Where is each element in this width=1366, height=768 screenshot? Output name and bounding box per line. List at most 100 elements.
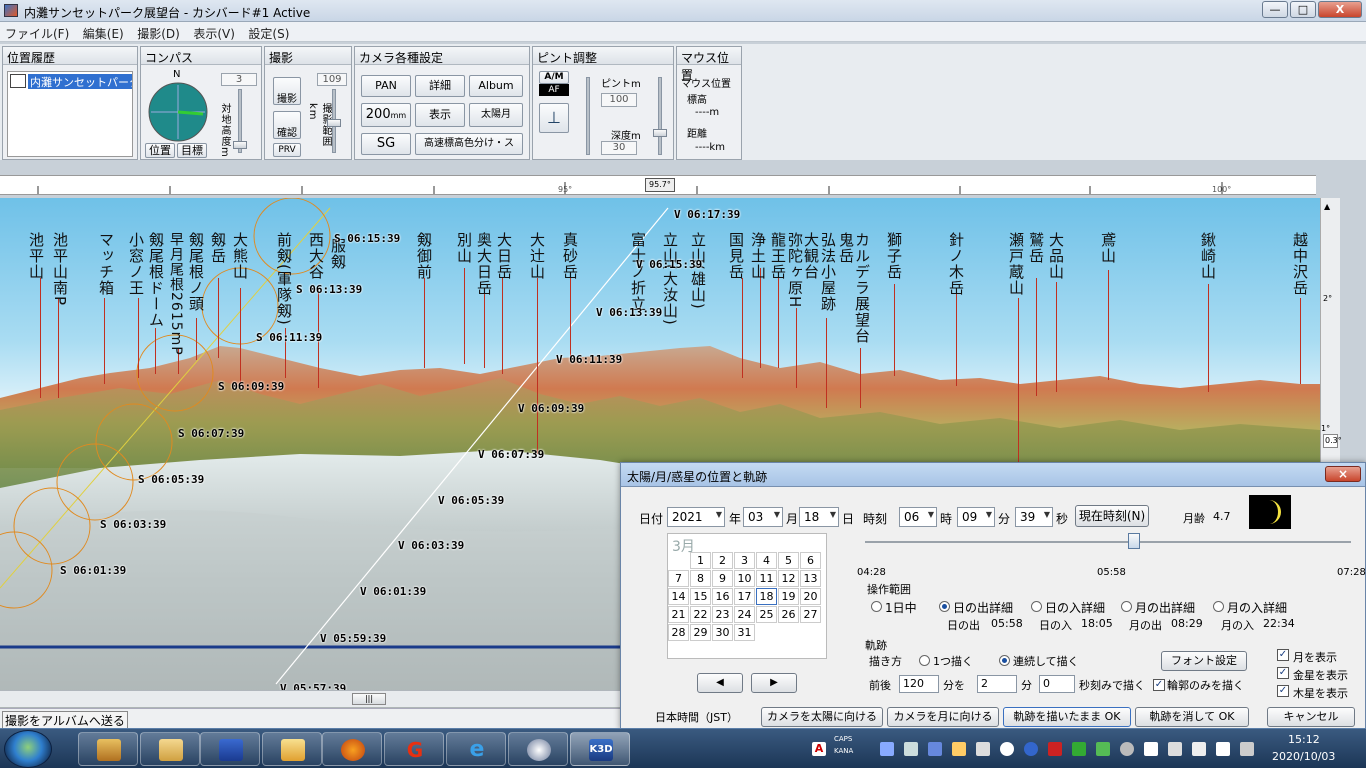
calendar-day[interactable]: 20 [800, 588, 821, 605]
tray-icon[interactable] [952, 742, 966, 756]
peak-label[interactable]: マッチ箱 [97, 232, 115, 296]
peak-label[interactable]: 弥陀ヶ原H [786, 232, 804, 308]
album-button[interactable]: Album [469, 75, 523, 97]
range-field[interactable]: 109 [317, 73, 347, 86]
compass-target-button[interactable]: 目標 [177, 143, 207, 158]
close-button[interactable]: X [1318, 1, 1362, 18]
camera-to-moon-button[interactable]: カメラを月に向ける [887, 707, 999, 727]
show-venus-checkbox[interactable]: ✓ [1277, 667, 1289, 679]
now-button[interactable]: 現在時刻(N) [1075, 505, 1149, 527]
taskbar-mail[interactable] [262, 732, 322, 766]
step-second-spinner[interactable]: 0 [1039, 675, 1075, 693]
radio-draw-continuous[interactable] [999, 655, 1010, 666]
peak-label[interactable]: 大日岳 [495, 232, 513, 280]
minimize-button[interactable]: — [1262, 1, 1288, 18]
calendar-day[interactable]: 7 [668, 570, 689, 587]
peak-label[interactable]: 浄土山 [749, 232, 767, 280]
peak-label[interactable]: 小窓ノ王 [127, 232, 145, 296]
taskbar-app-8[interactable] [508, 732, 568, 766]
menu-edit[interactable]: 編集(E) [78, 22, 129, 45]
taskbar-firefox[interactable] [322, 732, 382, 766]
history-item[interactable]: 内灘サンセットパーク展 [28, 74, 132, 89]
peak-label[interactable]: 鬼岳 [837, 232, 855, 264]
peak-label[interactable]: 大熊山 [231, 232, 249, 280]
calendar-day[interactable]: 18 [756, 588, 777, 605]
tray-icon[interactable] [1072, 742, 1086, 756]
peak-label[interactable]: 鍬崎山 [1199, 232, 1217, 280]
depth-slider[interactable] [658, 77, 662, 155]
taskbar-app-g[interactable]: G [384, 732, 444, 766]
calendar-day[interactable]: 22 [690, 606, 711, 623]
peak-label[interactable]: カルデラ展望台 [853, 232, 871, 344]
peak-label[interactable]: 弘法小屋跡 [819, 232, 837, 312]
shoot-button[interactable]: 撮影 [273, 77, 301, 105]
menu-file[interactable]: ファイル(F) [0, 22, 74, 45]
calendar-day[interactable]: 11 [756, 570, 777, 587]
show-moon-checkbox[interactable]: ✓ [1277, 649, 1289, 661]
am-button[interactable]: A/M [539, 71, 569, 84]
peak-label[interactable]: 国見岳 [727, 232, 745, 280]
second-select[interactable]: 39 ▼ [1015, 507, 1053, 527]
focus-field[interactable]: 100 [601, 93, 637, 107]
tray-icon[interactable] [976, 742, 990, 756]
clock-time[interactable]: 15:12 [1288, 733, 1320, 746]
altitude-field[interactable]: 3 [221, 73, 257, 86]
peak-label[interactable]: 剱尾根ノ頭 [187, 232, 205, 312]
color-mode-button[interactable]: 高速標高色分け・ス [415, 133, 523, 155]
clear-track-ok-button[interactable]: 軌跡を消して OK [1135, 707, 1249, 727]
peak-label[interactable]: 別山 [455, 232, 473, 264]
calendar-day[interactable]: 15 [690, 588, 711, 605]
peak-label[interactable]: 越中沢岳 [1291, 232, 1309, 296]
calendar-day[interactable]: 4 [756, 552, 777, 569]
peak-label[interactable]: 奥大日岳 [475, 232, 493, 296]
peak-label[interactable]: 真砂岳 [561, 232, 579, 280]
display-button[interactable]: 表示 [415, 103, 465, 127]
calendar-day[interactable]: 25 [756, 606, 777, 623]
horizontal-scroll-thumb[interactable]: ||| [352, 693, 386, 705]
scroll-up-arrow[interactable]: ▲ [1324, 202, 1330, 211]
depth-field[interactable]: 30 [601, 141, 637, 155]
depth-slider-thumb[interactable] [653, 129, 667, 137]
tray-icon[interactable] [1000, 742, 1014, 756]
calendar-day[interactable]: 6 [800, 552, 821, 569]
time-slider[interactable] [865, 541, 1351, 543]
peak-label[interactable]: 剱尾根ドーム [147, 232, 165, 328]
calendar-day[interactable]: 23 [712, 606, 733, 623]
af-indicator[interactable]: AF [539, 84, 569, 96]
tray-icon[interactable] [1144, 742, 1158, 756]
calendar-day[interactable]: 27 [800, 606, 821, 623]
peak-label[interactable]: 針ノ木岳 [947, 232, 965, 296]
calendar-day[interactable]: 31 [734, 624, 755, 641]
taskbar-explorer[interactable] [140, 732, 200, 766]
day-select[interactable]: 18 ▼ [799, 507, 839, 527]
calendar-day[interactable]: 12 [778, 570, 799, 587]
focal-length-button[interactable]: 200mm [361, 103, 411, 127]
calendar-day[interactable]: 14 [668, 588, 689, 605]
peak-label[interactable]: 龍王岳 [769, 232, 787, 280]
dialog-close-button[interactable]: × [1325, 466, 1361, 482]
peak-label[interactable]: 瀬戸蔵山 [1007, 232, 1025, 296]
radio-sunrise[interactable] [939, 601, 950, 612]
calendar-day[interactable]: 16 [712, 588, 733, 605]
calendar-day[interactable]: 10 [734, 570, 755, 587]
focus-target-icon[interactable]: ⊥ [539, 103, 569, 133]
year-select[interactable]: 2021 ▼ [667, 507, 725, 527]
menu-settings[interactable]: 設定(S) [243, 22, 294, 45]
peak-label[interactable]: 鷲岳 [1027, 232, 1045, 264]
peak-label[interactable]: 大観台 [802, 232, 820, 280]
before-after-spinner[interactable]: 120 [899, 675, 939, 693]
font-settings-button[interactable]: フォント設定 [1161, 651, 1247, 671]
menu-view[interactable]: 表示(V) [188, 22, 240, 45]
peak-label[interactable]: 池平山 [27, 232, 45, 280]
pan-button[interactable]: PAN [361, 75, 411, 97]
outline-only-checkbox[interactable]: ✓ [1153, 679, 1165, 691]
sg-button[interactable]: SG [361, 133, 411, 155]
altitude-slider-thumb[interactable] [233, 141, 247, 149]
radio-all-day[interactable] [871, 601, 882, 612]
radio-draw-once[interactable] [919, 655, 930, 666]
calendar-day[interactable]: 26 [778, 606, 799, 623]
history-list[interactable]: 内灘サンセットパーク展 [7, 71, 133, 157]
sunmoon-button[interactable]: 太陽月 [469, 103, 523, 127]
calendar-day[interactable]: 8 [690, 570, 711, 587]
calendar-day[interactable]: 29 [690, 624, 711, 641]
